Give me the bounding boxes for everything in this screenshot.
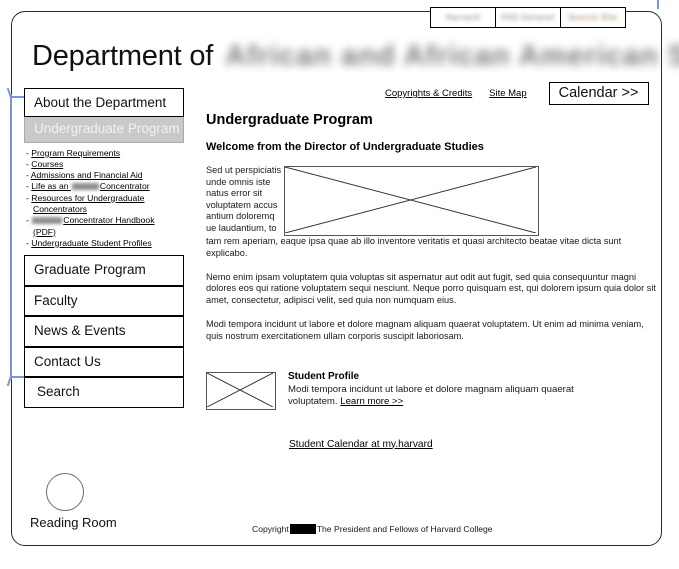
page-title: Department of African and African Americ… xyxy=(32,40,679,73)
intro-column-text: Sed ut perspiciatis unde omnis iste natu… xyxy=(206,165,282,233)
main-content: Undergraduate Program Welcome from the D… xyxy=(206,112,656,452)
redacted-block xyxy=(32,217,63,225)
footer-prefix: Copyright xyxy=(252,524,289,534)
content-subheading: Welcome from the Director of Undergradua… xyxy=(206,141,484,153)
learn-more-link[interactable]: Learn more >> xyxy=(340,396,403,407)
sidebar-item-label: Contact Us xyxy=(34,353,101,369)
sublink-resources-continuation[interactable]: Concentrators xyxy=(26,204,184,215)
sublink-concentrator-handbook[interactable]: - Concentrator Handbook xyxy=(26,215,184,226)
page-title-redacted: African and African American Studies xyxy=(225,40,679,72)
student-calendar-link[interactable]: Student Calendar at my.harvard xyxy=(289,439,433,450)
redacted-label: FAS Intranet xyxy=(501,13,555,22)
sidebar-item-label: Search xyxy=(37,384,80,400)
sidebar-item-label: About the Department xyxy=(34,95,167,110)
redacted-label: Harvard xyxy=(446,13,480,22)
intro-row: Sed ut perspiciatis unde omnis iste natu… xyxy=(206,165,656,236)
sublink-courses[interactable]: - Courses xyxy=(26,159,184,170)
footer-copyright: Copyright The President and Fellows of Ha… xyxy=(252,524,493,534)
sublink-label: Undergraduate Student Profiles xyxy=(31,237,152,248)
annotation-bracket xyxy=(3,88,25,386)
student-profile-block: Student Profile Modi tempora incidunt ut… xyxy=(206,370,656,410)
topright-box-2[interactable]: FAS Intranet xyxy=(496,8,561,27)
profile-text: Student Profile Modi tempora incidunt ut… xyxy=(288,370,588,409)
sidebar-item-graduate-program[interactable]: Graduate Program xyxy=(24,255,184,286)
sidebar-item-news-events[interactable]: News & Events xyxy=(24,316,184,347)
topright-box-3[interactable]: Search Site xyxy=(561,8,625,27)
sidebar-item-label: Graduate Program xyxy=(34,262,146,278)
redacted-block xyxy=(289,524,316,534)
topright-box-group: Harvard FAS Intranet Search Site xyxy=(430,7,626,28)
content-heading: Undergraduate Program xyxy=(206,112,373,128)
link-site-map[interactable]: Site Map xyxy=(489,88,527,99)
footer-suffix: The President and Fellows of Harvard Col… xyxy=(316,524,493,534)
profile-image-placeholder xyxy=(206,371,276,410)
redacted-block xyxy=(71,183,99,191)
hero-image-placeholder xyxy=(284,166,539,236)
sublink-admissions-financial-aid[interactable]: - Admissions and Financial Aid xyxy=(26,170,184,181)
sublink-resources-undergraduate-concentrators[interactable]: - Resources for Undergraduate xyxy=(26,193,184,204)
page-root: Harvard FAS Intranet Search Site Departm… xyxy=(0,0,679,569)
sublink-label: Program Requirements xyxy=(31,147,121,158)
profile-title: Student Profile xyxy=(288,370,360,382)
paragraph-2: Nemo enim ipsam voluptatem quia voluptas… xyxy=(206,271,656,306)
reading-room-label: Reading Room xyxy=(30,515,117,530)
redacted-label: Search Site xyxy=(568,13,618,22)
link-copyrights-credits[interactable]: Copyrights & Credits xyxy=(385,88,472,99)
sidebar-item-label: Undergraduate Program xyxy=(34,121,180,136)
paragraph-3: Modi tempora incidunt ut labore et dolor… xyxy=(206,318,644,341)
bracket-tick-bottom xyxy=(11,376,25,378)
sidebar-group-secondary: Graduate Program Faculty News & Events C… xyxy=(24,255,184,408)
sidebar-item-label: Faculty xyxy=(34,292,78,308)
calendar-button[interactable]: Calendar >> xyxy=(548,82,650,105)
topright-box-1[interactable]: Harvard xyxy=(431,8,496,27)
bracket-line xyxy=(10,94,12,380)
sidebar-item-about-the-department[interactable]: About the Department xyxy=(24,88,184,117)
sublink-undergraduate-student-profiles[interactable]: - Undergraduate Student Profiles xyxy=(26,238,184,249)
sublink-program-requirements[interactable]: - Program Requirements xyxy=(26,148,184,159)
bracket-tick-top xyxy=(11,96,25,98)
intro-wrap-text: tam rem aperiam, eaque ipsa quae ab illo… xyxy=(206,236,622,258)
utility-nav: Copyrights & Credits Site Map Calendar >… xyxy=(385,82,650,105)
sidebar-item-contact-us[interactable]: Contact Us xyxy=(24,346,184,378)
sidebar-item-undergraduate-program[interactable]: Undergraduate Program xyxy=(24,117,184,143)
reading-room-block[interactable]: Reading Room xyxy=(30,473,117,530)
sublink-handbook-continuation[interactable]: (PDF) xyxy=(26,227,184,238)
sidebar-sublinks: - Program Requirements - Courses - Admis… xyxy=(24,143,184,255)
sidebar-item-search[interactable]: Search xyxy=(24,377,184,408)
sublink-label-suffix: Concentrator xyxy=(99,181,150,192)
sublink-life-as-concentrator[interactable]: - Life as an Concentrator xyxy=(26,181,184,192)
sublink-label: Resources for Undergraduate xyxy=(31,192,145,203)
profile-body-text: Modi tempora incidunt ut labore et dolor… xyxy=(288,383,574,407)
sublink-bullet: - xyxy=(26,215,32,226)
sublink-label: Courses xyxy=(31,158,64,169)
sublink-label: Admissions and Financial Aid xyxy=(30,170,143,181)
page-title-prefix: Department of xyxy=(32,40,214,72)
sublink-label: Life as an xyxy=(31,181,71,192)
reading-room-circle-icon xyxy=(46,473,84,511)
sidebar: About the Department Undergraduate Progr… xyxy=(24,88,184,408)
sublink-label: Concentrator Handbook xyxy=(63,215,155,226)
annotation-tick-topright xyxy=(657,0,659,9)
sidebar-item-faculty[interactable]: Faculty xyxy=(24,285,184,317)
sidebar-item-label: News & Events xyxy=(34,323,126,339)
profile-body: Modi tempora incidunt ut labore et dolor… xyxy=(288,384,588,409)
